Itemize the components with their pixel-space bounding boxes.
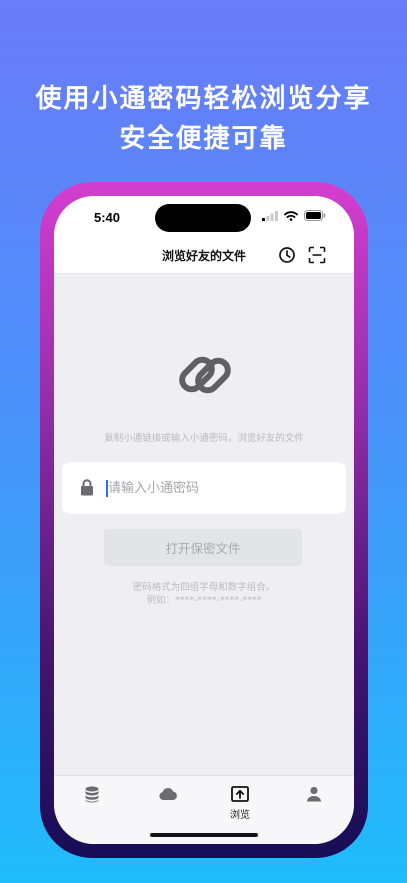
- status-time: 5:40: [94, 210, 121, 225]
- open-secret-file-button[interactable]: 打开保密文件: [104, 529, 302, 566]
- person-icon: [307, 786, 321, 802]
- format-line-2: 例如：****-****-****-****: [146, 595, 262, 606]
- signal-icon: [262, 210, 278, 221]
- wifi-icon: [284, 210, 298, 221]
- instruction-hint: 复制小通链接或输入小通密码，浏览好友的文件: [104, 433, 304, 444]
- status-icons: [262, 210, 326, 221]
- password-input[interactable]: [108, 476, 328, 500]
- phone-screen: 5:40 浏览好友的文件 复制小通链接或输入小通密码，浏览好友的文件 请输入小通…: [54, 196, 354, 844]
- database-icon: [85, 786, 99, 803]
- history-clock-icon[interactable]: [278, 246, 296, 264]
- tab-profile[interactable]: [294, 786, 334, 806]
- lock-icon: [81, 479, 93, 496]
- password-input-card: [62, 462, 346, 514]
- phone-frame: 5:40 浏览好友的文件 复制小通链接或输入小通密码，浏览好友的文件 请输入小通…: [40, 182, 368, 858]
- home-indicator: [150, 833, 258, 837]
- cloud-icon: [159, 788, 177, 800]
- tab-browse-label: 浏览: [230, 810, 250, 821]
- format-line-1: 密码格式为四组字母和数字组合。: [132, 582, 276, 593]
- scan-icon[interactable]: [308, 246, 326, 264]
- browse-icon: [231, 786, 249, 802]
- status-bar: 5:40: [54, 196, 354, 238]
- tab-cloud[interactable]: [148, 786, 188, 805]
- promo-headline-line1: 使用小通密码轻松浏览分享: [35, 84, 372, 114]
- password-format-note: 密码格式为四组字母和数字组合。 例如：****-****-****-****: [54, 581, 354, 607]
- battery-icon: [304, 210, 326, 221]
- link-icon: [179, 356, 231, 394]
- tab-bar: 浏览: [54, 775, 354, 844]
- dynamic-island: [155, 204, 251, 232]
- promo-headline-line2: 安全便捷可靠: [119, 124, 288, 154]
- tab-database[interactable]: [72, 786, 112, 807]
- tab-browse[interactable]: 浏览: [220, 786, 260, 821]
- navigation-bar: 浏览好友的文件: [54, 238, 354, 274]
